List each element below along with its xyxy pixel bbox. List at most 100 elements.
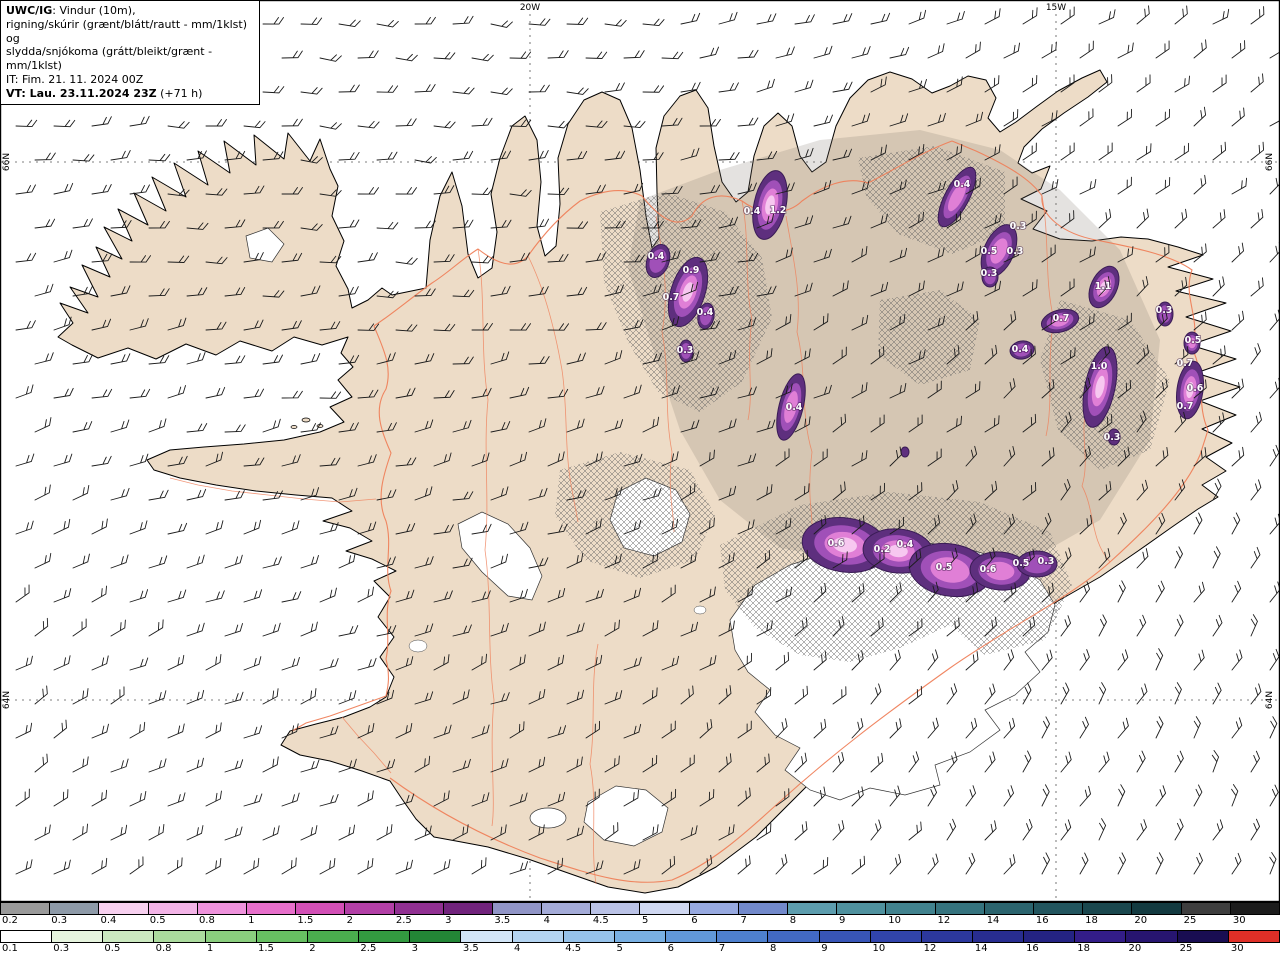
- wind-barb-icon: [72, 688, 89, 705]
- lake: [693, 605, 707, 615]
- wind-barb-icon: [186, 423, 208, 433]
- wind-barb-icon: [319, 587, 337, 603]
- wind-barb-icon: [15, 384, 34, 399]
- wind-barb-icon: [1003, 42, 1020, 59]
- wind-barb-icon: [338, 219, 360, 229]
- precip-value-label: 0.4: [897, 539, 914, 550]
- wind-barb-icon: [1212, 546, 1221, 569]
- wind-barb-icon: [1079, 785, 1091, 807]
- legend-value-label: 20: [1134, 915, 1148, 926]
- wind-barb-icon: [262, 756, 279, 773]
- wind-barb-icon: [1174, 614, 1184, 637]
- legend-value-label: 0.5: [149, 915, 166, 926]
- wind-barb-icon: [53, 249, 73, 263]
- wind-barb-icon: [1231, 40, 1246, 59]
- wind-barb-icon: [91, 116, 112, 127]
- wind-barb-icon: [1193, 106, 1207, 127]
- wind-barb-icon: [281, 792, 300, 807]
- wind-barb-icon: [376, 85, 399, 93]
- wind-barb-icon: [1250, 411, 1262, 433]
- wind-barb-icon: [851, 46, 871, 59]
- latitude-label: 64N: [2, 691, 12, 709]
- legend-value-label: 18: [1077, 943, 1090, 954]
- wind-barb-icon: [205, 790, 222, 807]
- wind-barb-icon: [1098, 751, 1110, 773]
- wind-barb-icon: [509, 51, 532, 59]
- legend-value-label: 0.5: [104, 943, 121, 954]
- wind-barb-icon: [927, 43, 945, 59]
- legend-color-cell: [984, 903, 1034, 914]
- wind-barb-icon: [471, 53, 494, 62]
- wind-barb-icon: [1136, 683, 1148, 705]
- wind-barb-icon: [243, 725, 263, 739]
- legend-value-label: 1: [206, 943, 214, 954]
- wind-barb-icon: [699, 46, 719, 59]
- wind-barb-icon: [1060, 682, 1070, 705]
- legend-color-cell: [103, 931, 155, 942]
- small-island: [301, 417, 311, 423]
- wind-barb-icon: [15, 252, 37, 263]
- wind-barb-icon: [91, 455, 112, 467]
- wind-barb-icon: [794, 79, 814, 93]
- wind-barb-icon: [357, 50, 379, 59]
- wind-barb-icon: [15, 119, 38, 128]
- wind-barb-icon: [813, 114, 833, 127]
- wind-barb-icon: [1212, 614, 1223, 637]
- wind-barb-icon: [1193, 716, 1201, 739]
- wind-barb-icon: [1079, 40, 1094, 59]
- wind-barb-icon: [528, 84, 550, 93]
- wind-barb-icon: [1269, 784, 1279, 807]
- wind-barb-icon: [642, 18, 665, 27]
- legend-value-label: 5: [642, 915, 649, 926]
- wind-barb-icon: [927, 853, 939, 875]
- title-line-2: rigning/skúrir (grænt/blátt/rautt - mm/1…: [6, 17, 248, 45]
- wind-barb-icon: [281, 50, 303, 59]
- wind-barb-icon: [1117, 784, 1126, 807]
- wind-barb-icon: [300, 621, 318, 637]
- wind-barb-icon: [1022, 7, 1038, 25]
- wind-barb-icon: [319, 54, 342, 62]
- wind-barb-icon: [357, 586, 374, 603]
- wind-barb-icon: [167, 121, 190, 129]
- legend-color-cell: [345, 903, 395, 914]
- wind-barb-icon: [547, 120, 570, 129]
- wind-barb-icon: [414, 84, 436, 93]
- wind-barb-icon: [1155, 40, 1170, 59]
- precipitation-legend: 0.2 0.3 0.4 0.5 0.8 1 1.5 2 2.5 3 3.5 4 4.5 5 6 7 8 9 10 12…: [0, 902, 1280, 960]
- wind-barb-icon: [129, 589, 149, 603]
- wind-barb-icon: [262, 688, 279, 705]
- wind-barb-icon: [129, 520, 148, 535]
- wind-barb-icon: [1155, 580, 1165, 603]
- legend-value-label: 16: [1026, 943, 1039, 954]
- legend-color-cell: [1177, 931, 1229, 942]
- precip-value-label: 1.1: [1095, 281, 1112, 292]
- wind-barb-icon: [1041, 852, 1050, 875]
- wind-barb-icon: [1136, 750, 1146, 773]
- wind-barb-icon: [1117, 580, 1126, 603]
- wind-barb-icon: [300, 422, 321, 433]
- wind-barb-icon: [1117, 108, 1132, 127]
- wind-barb-icon: [870, 12, 891, 25]
- wind-barb-icon: [528, 18, 551, 26]
- wind-barb-icon: [167, 589, 187, 603]
- sleet-snow-colorbar-labels: 0.2 0.3 0.4 0.5 0.8 1 1.5 2 2.5 3 3.5 4 4.5 5 6 7 8 9 10 12…: [0, 915, 1280, 930]
- wind-barb-icon: [566, 87, 589, 95]
- precip-value-label: 0.4: [786, 402, 803, 413]
- wind-barb-icon: [205, 119, 227, 127]
- latitude-label: 64N: [1265, 691, 1275, 709]
- wind-barb-icon: [300, 688, 317, 705]
- wind-barb-icon: [129, 115, 150, 127]
- wind-barb-icon: [72, 823, 88, 841]
- wind-barb-icon: [1041, 716, 1050, 739]
- wind-barb-icon: [1098, 9, 1116, 25]
- wind-barb-icon: [1174, 546, 1183, 569]
- wind-barb-icon: [946, 10, 965, 25]
- wind-barb-icon: [756, 78, 775, 93]
- wind-barb-icon: [1041, 784, 1050, 807]
- legend-value-label: 6: [667, 943, 675, 954]
- wind-barb-icon: [1174, 75, 1190, 93]
- legend-value-label: 0.8: [155, 943, 172, 954]
- wind-barb-icon: [91, 184, 112, 195]
- legend-color-cell: [837, 903, 887, 914]
- wind-barb-icon: [889, 853, 902, 875]
